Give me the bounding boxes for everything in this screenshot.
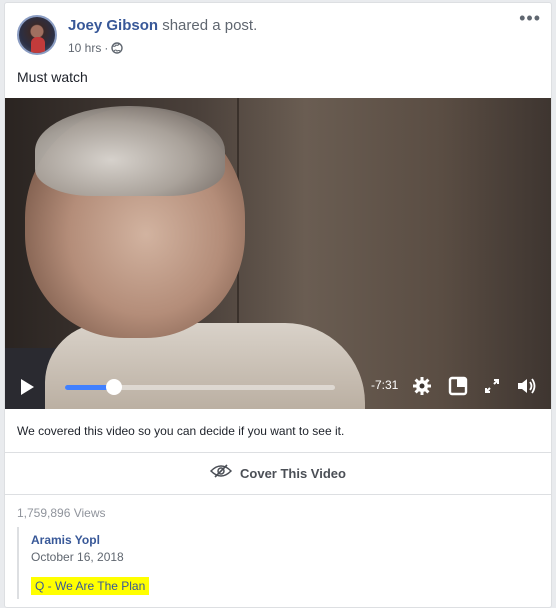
- shared-title-link[interactable]: Q - We Are The Plan: [31, 577, 150, 595]
- avatar-figure: [31, 37, 45, 53]
- shared-date: October 16, 2018: [31, 550, 124, 564]
- view-count: 1,759,896 Views: [17, 506, 106, 520]
- time-remaining: -7:31: [371, 378, 399, 392]
- shared-author-link[interactable]: Aramis Yopl: [31, 533, 100, 547]
- post-meta: 10 hrs ·: [68, 41, 124, 55]
- shared-attachment: Aramis Yopl October 16, 2018 Q - We Are …: [17, 527, 319, 599]
- eye-slash-icon: [209, 464, 233, 483]
- more-options-icon[interactable]: •••: [519, 9, 541, 27]
- content-warning: We covered this video so you can decide …: [5, 409, 551, 453]
- post-card: Joey Gibson shared a post. 10 hrs · ••• …: [4, 2, 552, 608]
- author-name-link[interactable]: Joey Gibson: [68, 17, 158, 34]
- video-player[interactable]: -7:31: [5, 98, 551, 409]
- avatar[interactable]: [17, 15, 57, 55]
- gear-icon[interactable]: [411, 375, 433, 397]
- post-text: Must watch: [17, 69, 88, 85]
- meta-separator: ·: [104, 41, 109, 55]
- picture-in-picture-icon[interactable]: [447, 375, 469, 397]
- post-header: Joey Gibson shared a post.: [68, 17, 257, 34]
- action-text: shared a post.: [162, 17, 258, 34]
- warning-text: We covered this video so you can decide …: [17, 424, 345, 438]
- video-controls: -7:31: [5, 359, 551, 409]
- cover-video-button[interactable]: Cover This Video: [5, 453, 551, 495]
- progress-bar[interactable]: [65, 379, 335, 395]
- fullscreen-icon[interactable]: [481, 375, 503, 397]
- globe-icon[interactable]: [111, 42, 124, 54]
- volume-icon[interactable]: [515, 375, 537, 397]
- play-icon[interactable]: [21, 379, 34, 395]
- progress-knob[interactable]: [105, 379, 122, 395]
- timestamp-link[interactable]: 10 hrs: [68, 41, 101, 55]
- video-hair: [35, 106, 225, 196]
- cover-video-label: Cover This Video: [240, 466, 346, 481]
